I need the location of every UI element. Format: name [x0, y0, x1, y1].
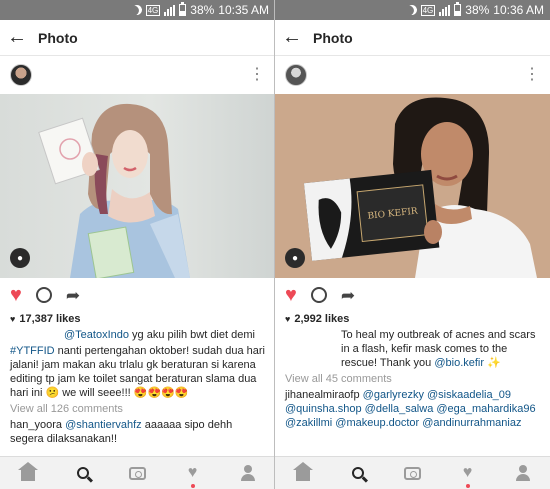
panel-divider: [274, 0, 275, 489]
bottom-navigation: ♥: [275, 456, 550, 489]
likes-text: 2,992 likes: [294, 313, 350, 325]
clock: 10:35 AM: [218, 3, 269, 17]
profile-icon: [515, 465, 531, 481]
notification-dot: [190, 484, 195, 488]
moon-icon: [130, 3, 144, 17]
avatar[interactable]: [10, 64, 32, 86]
status-bar: 4G 38% 10:36 AM: [275, 0, 550, 20]
app-header: ← Photo: [0, 20, 275, 56]
camera-icon: [129, 466, 146, 480]
post-actions: ♥ ➦: [275, 278, 550, 312]
caption-hashtag[interactable]: #YTFFID: [10, 345, 55, 357]
nav-search[interactable]: [343, 458, 373, 488]
comment-icon[interactable]: [310, 287, 327, 303]
caption-mention[interactable]: @bio.kefir: [434, 357, 484, 369]
like-heart-icon[interactable]: ♥: [10, 285, 22, 305]
view-all-comments-link[interactable]: View all 45 comments: [275, 370, 550, 388]
more-options-icon[interactable]: ⋮: [524, 67, 540, 83]
like-heart-icon[interactable]: ♥: [285, 285, 297, 305]
post-actions: ♥ ➦: [0, 278, 275, 312]
user-tag-badge[interactable]: ●: [285, 248, 305, 268]
post-photo[interactable]: BIO KEFIR ●: [275, 94, 550, 278]
photo-illustration: [38, 103, 190, 278]
caption-text-1: yg aku pilih bwt diet demi: [129, 329, 255, 341]
post-caption: To heal my outbreak of acnes and scars i…: [275, 326, 550, 370]
nav-profile[interactable]: [233, 458, 263, 488]
heart-icon: ♥: [10, 314, 16, 324]
post-caption: @TeatoxIndo yg aku pilih bwt diet demi: [0, 326, 275, 342]
comment-item: han_yoora @shantiervahfz aaaaaa sipo deh…: [0, 418, 275, 446]
person-icon: ●: [16, 252, 24, 264]
back-button[interactable]: ←: [0, 20, 34, 56]
comment-item: jihanealmiraofp @garlyrezky @siskaadelia…: [275, 388, 550, 430]
caption-text-3: we will seee!!!: [59, 387, 134, 399]
user-tag-badge[interactable]: ●: [10, 248, 30, 268]
nav-camera[interactable]: [398, 458, 428, 488]
comment-username[interactable]: han_yoora: [10, 419, 62, 431]
moon-icon: [405, 3, 419, 17]
comment-username[interactable]: jihanealmiraofp: [285, 389, 360, 401]
right-phone-screen: 4G 38% 10:36 AM ← Photo ⋮ BIO KEFIR ● ♥ …: [275, 0, 550, 489]
arrow-left-icon: ←: [7, 26, 27, 48]
photo-illustration: BIO KEFIR: [303, 97, 537, 278]
clock: 10:36 AM: [493, 3, 544, 17]
share-arrow-icon[interactable]: ➦: [341, 287, 355, 304]
comment-mention[interactable]: @shantiervahfz: [65, 419, 142, 431]
battery-icon: [179, 2, 187, 16]
left-phone-screen: 4G 38% 10:35 AM ← Photo ⋮ ● ♥ ➦ ♥ 17,387…: [0, 0, 275, 489]
nav-profile[interactable]: [508, 458, 538, 488]
camera-icon: [404, 466, 421, 480]
back-button[interactable]: ←: [275, 20, 309, 56]
search-icon: [76, 467, 89, 479]
signal-icon: [164, 4, 176, 16]
nav-activity[interactable]: ♥: [453, 458, 483, 488]
network-badge: 4G: [145, 4, 161, 16]
avatar[interactable]: [285, 64, 307, 86]
home-icon: [292, 462, 313, 481]
notification-dot: [465, 484, 470, 488]
home-icon: [17, 462, 38, 481]
heart-icon: ♥: [285, 314, 291, 324]
search-icon: [351, 467, 364, 479]
arrow-left-icon: ←: [282, 26, 302, 48]
more-options-icon[interactable]: ⋮: [249, 67, 265, 83]
battery-percent: 38%: [465, 3, 490, 17]
battery-icon: [454, 2, 462, 16]
heart-outline-icon: ♥: [462, 464, 473, 481]
screenshot-comparison: 4G 38% 10:35 AM ← Photo ⋮ ● ♥ ➦ ♥ 17,387…: [0, 0, 550, 489]
caption-emoji-1: 😕: [45, 387, 60, 399]
bottom-navigation: ♥: [0, 456, 275, 489]
nav-activity[interactable]: ♥: [178, 458, 208, 488]
comment-icon[interactable]: [35, 287, 52, 303]
nav-home[interactable]: [288, 458, 318, 488]
nav-search[interactable]: [68, 458, 98, 488]
nav-camera[interactable]: [123, 458, 153, 488]
heart-outline-icon: ♥: [187, 464, 198, 481]
app-header: ← Photo: [275, 20, 550, 56]
share-arrow-icon[interactable]: ➦: [66, 287, 80, 304]
likes-count[interactable]: ♥ 2,992 likes: [275, 312, 550, 326]
person-icon: ●: [291, 252, 299, 264]
caption-emoji-2: 😍😍😍😍: [133, 387, 189, 399]
signal-icon: [439, 4, 451, 16]
post-photo[interactable]: ●: [0, 94, 275, 278]
battery-percent: 38%: [190, 3, 215, 17]
likes-count[interactable]: ♥ 17,387 likes: [0, 312, 275, 326]
caption-emoji: ✨: [487, 357, 501, 369]
post-header: ⋮: [0, 56, 275, 94]
view-all-comments-link[interactable]: View all 126 comments: [0, 400, 275, 418]
caption-mention[interactable]: @TeatoxIndo: [64, 329, 129, 341]
post-header: ⋮: [275, 56, 550, 94]
network-badge: 4G: [420, 4, 436, 16]
post-caption-body: #YTFFID nanti pertengahan oktober! sudah…: [0, 342, 275, 400]
page-title: Photo: [313, 29, 353, 46]
likes-text: 17,387 likes: [19, 313, 81, 325]
nav-home[interactable]: [13, 458, 43, 488]
page-title: Photo: [38, 29, 78, 46]
profile-icon: [240, 465, 256, 481]
status-bar: 4G 38% 10:35 AM: [0, 0, 275, 20]
